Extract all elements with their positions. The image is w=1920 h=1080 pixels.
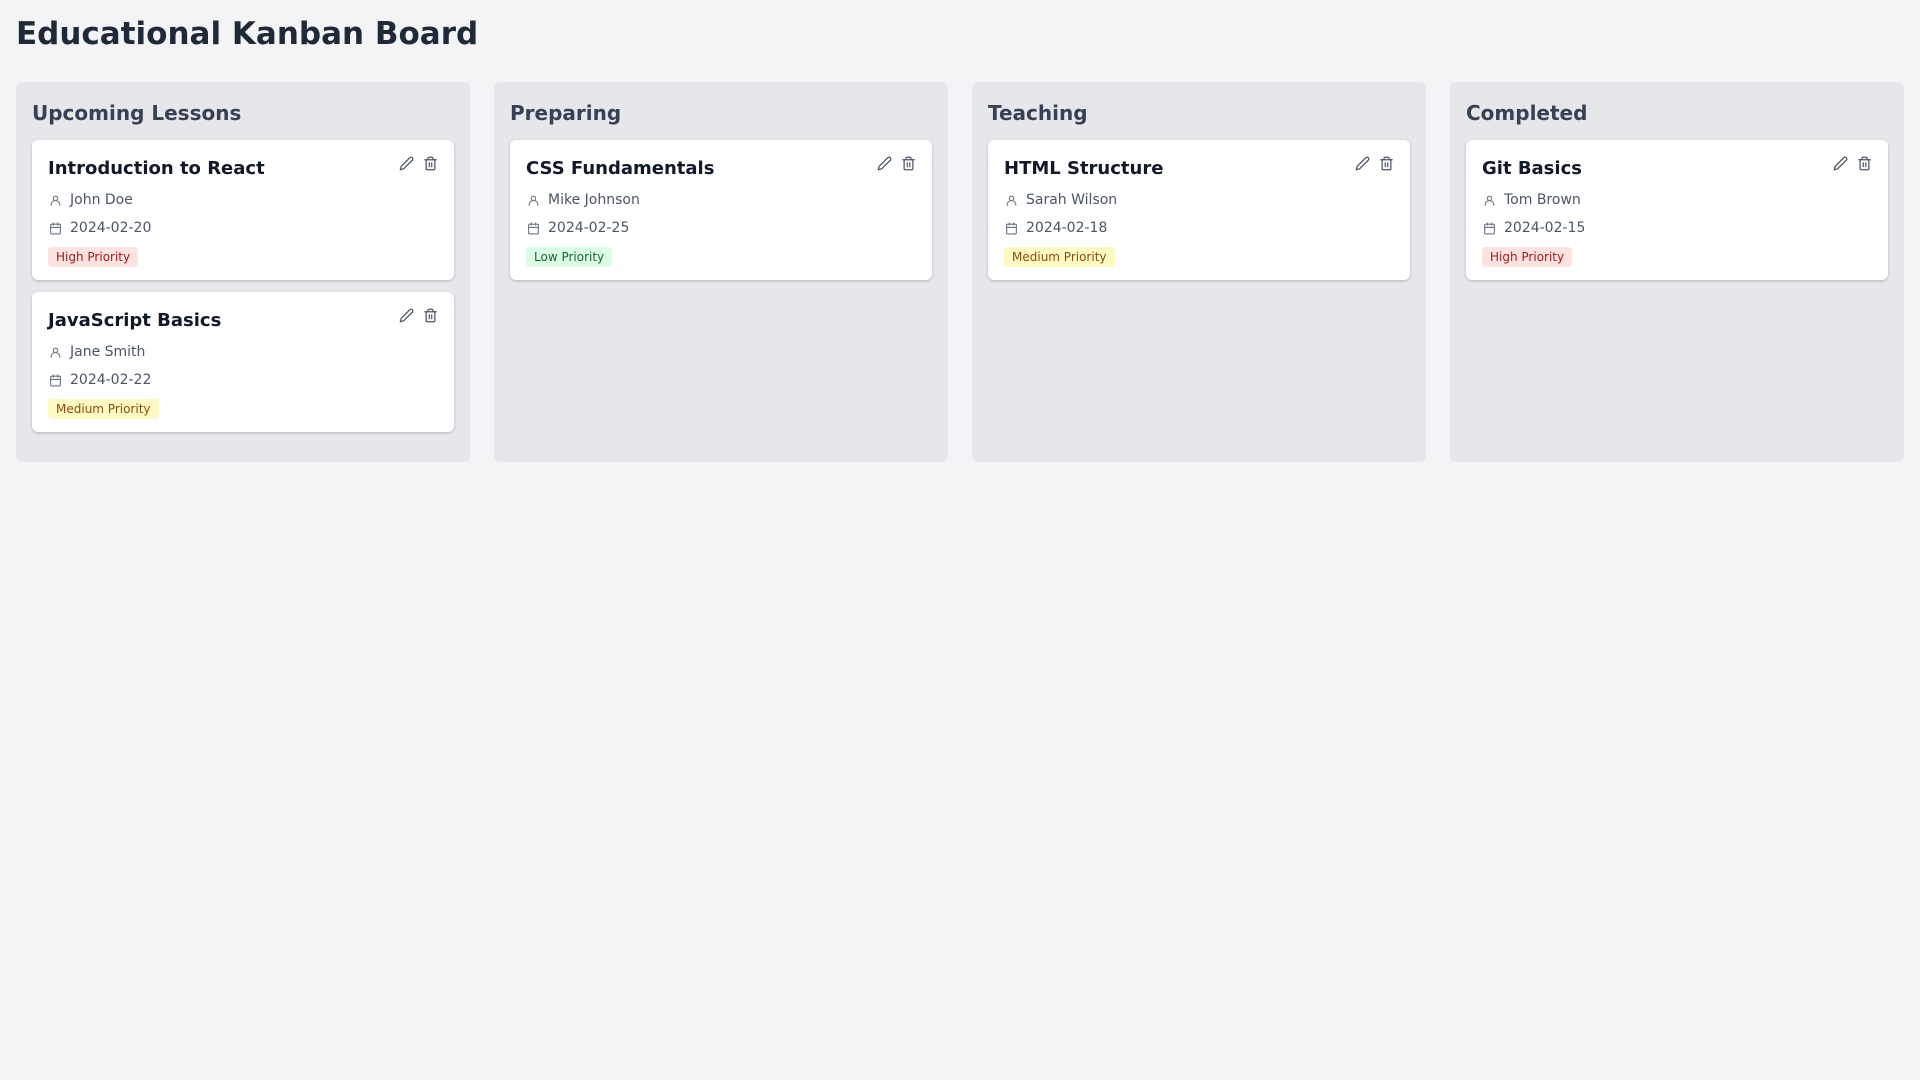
card-actions: [398, 306, 438, 324]
date-row: 2024-02-15: [1482, 218, 1872, 238]
user-icon: [48, 345, 62, 359]
card-title: HTML Structure: [1004, 158, 1164, 179]
card-title: Introduction to React: [48, 158, 265, 179]
user-icon: [48, 193, 62, 207]
pencil-icon[interactable]: [1354, 154, 1370, 172]
lesson-card[interactable]: HTML Structure Sarah Wilson 2024-02-18 M: [988, 140, 1410, 280]
user-icon: [526, 193, 540, 207]
teacher-row: Mike Johnson: [526, 190, 916, 210]
teacher-row: John Doe: [48, 190, 438, 210]
priority-badge: High Priority: [48, 247, 139, 267]
page: Educational Kanban Board Upcoming Lesson…: [0, 0, 1920, 474]
lesson-date: 2024-02-25: [548, 220, 630, 236]
trash-icon[interactable]: [1856, 154, 1872, 172]
card-list: HTML Structure Sarah Wilson 2024-02-18 M: [988, 140, 1410, 280]
column-title: Completed: [1466, 101, 1588, 125]
date-row: 2024-02-22: [48, 370, 438, 390]
lesson-date: 2024-02-18: [1026, 220, 1108, 236]
pencil-icon[interactable]: [1832, 154, 1848, 172]
lesson-card[interactable]: CSS Fundamentals Mike Johnson 2024-02-25: [510, 140, 932, 280]
priority-badge: Low Priority: [526, 247, 613, 267]
teacher-name: Jane Smith: [70, 344, 146, 360]
calendar-icon: [1482, 221, 1496, 235]
column-title: Upcoming Lessons: [32, 101, 242, 125]
lesson-card[interactable]: Git Basics Tom Brown 2024-02-15 High Pri: [1466, 140, 1888, 280]
priority-badge: Medium Priority: [48, 399, 159, 419]
trash-icon[interactable]: [422, 154, 438, 172]
card-actions: [398, 154, 438, 172]
pencil-icon[interactable]: [398, 306, 414, 324]
trash-icon[interactable]: [900, 154, 916, 172]
date-row: 2024-02-25: [526, 218, 916, 238]
priority-badge: Medium Priority: [1004, 247, 1115, 267]
lesson-card[interactable]: Introduction to React John Doe 2024-02-2…: [32, 140, 454, 280]
trash-icon[interactable]: [422, 306, 438, 324]
card-actions: [1832, 154, 1872, 172]
trash-icon[interactable]: [1378, 154, 1394, 172]
teacher-name: Sarah Wilson: [1026, 192, 1118, 208]
column-teaching: Teaching HTML Structure Sarah Wilson 202…: [972, 82, 1426, 462]
column-completed: Completed Git Basics Tom Brown 2024-02-1…: [1450, 82, 1904, 462]
date-row: 2024-02-18: [1004, 218, 1394, 238]
teacher-row: Jane Smith: [48, 342, 438, 362]
card-list: Git Basics Tom Brown 2024-02-15 High Pri: [1466, 140, 1888, 280]
page-title: Educational Kanban Board: [16, 16, 479, 52]
card-actions: [1354, 154, 1394, 172]
column-title: Teaching: [988, 101, 1088, 125]
teacher-row: Tom Brown: [1482, 190, 1872, 210]
calendar-icon: [48, 373, 62, 387]
kanban-board: Upcoming Lessons Introduction to React J…: [16, 82, 1904, 462]
card-title: Git Basics: [1482, 158, 1582, 179]
pencil-icon[interactable]: [876, 154, 892, 172]
priority-badge: High Priority: [1482, 247, 1573, 267]
column-preparing: Preparing CSS Fundamentals Mike Johnson …: [494, 82, 948, 462]
lesson-date: 2024-02-15: [1504, 220, 1586, 236]
date-row: 2024-02-20: [48, 218, 438, 238]
card-list: CSS Fundamentals Mike Johnson 2024-02-25: [510, 140, 932, 280]
teacher-name: Mike Johnson: [548, 192, 640, 208]
calendar-icon: [1004, 221, 1018, 235]
user-icon: [1482, 193, 1496, 207]
user-icon: [1004, 193, 1018, 207]
calendar-icon: [526, 221, 540, 235]
lesson-date: 2024-02-22: [70, 372, 152, 388]
lesson-card[interactable]: JavaScript Basics Jane Smith 2024-02-22: [32, 292, 454, 432]
card-title: JavaScript Basics: [48, 310, 222, 331]
pencil-icon[interactable]: [398, 154, 414, 172]
card-actions: [876, 154, 916, 172]
column-upcoming-lessons: Upcoming Lessons Introduction to React J…: [16, 82, 470, 462]
teacher-row: Sarah Wilson: [1004, 190, 1394, 210]
card-list: Introduction to React John Doe 2024-02-2…: [32, 140, 454, 432]
calendar-icon: [48, 221, 62, 235]
teacher-name: Tom Brown: [1504, 192, 1581, 208]
card-title: CSS Fundamentals: [526, 158, 715, 179]
teacher-name: John Doe: [70, 192, 133, 208]
column-title: Preparing: [510, 101, 622, 125]
lesson-date: 2024-02-20: [70, 220, 152, 236]
